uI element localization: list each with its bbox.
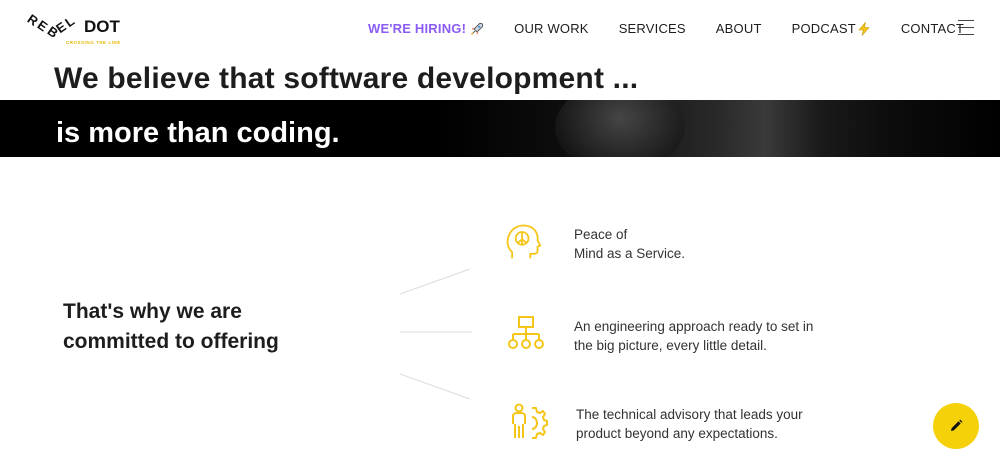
svg-text:CROSSING THE LINE: CROSSING THE LINE bbox=[66, 40, 121, 45]
feature-line2: Mind as a Service. bbox=[574, 246, 686, 261]
hamburger-icon[interactable] bbox=[958, 20, 974, 38]
hierarchy-icon bbox=[508, 316, 544, 349]
lightning-icon bbox=[858, 21, 870, 36]
nav-item-podcast[interactable]: PODCAST bbox=[792, 21, 871, 36]
rebeldot-logo[interactable]: R E B E L DOT CROSSING THE LINE bbox=[26, 12, 126, 50]
feature-technical-advisory: The technical advisory that leads your p… bbox=[508, 402, 803, 442]
advisor-gear-icon bbox=[512, 403, 548, 439]
connector-lines bbox=[400, 268, 472, 400]
main-nav: WE'RE HIRING! OUR WORK SERVICES ABOUT PO… bbox=[368, 21, 964, 36]
nav-item-label: CONTACT bbox=[900, 21, 965, 36]
offering-heading-line2: committed to offering bbox=[63, 330, 279, 353]
nav-item-label: OUR WORK bbox=[514, 21, 589, 36]
feature-text: An engineering approach ready to set in … bbox=[574, 317, 813, 355]
offering-heading: That's why we are committed to offering bbox=[63, 297, 279, 357]
hero-subheadline: is more than coding. bbox=[56, 117, 340, 149]
rocket-icon bbox=[471, 22, 484, 35]
site-header: R E B E L DOT CROSSING THE LINE WE'RE HI… bbox=[0, 0, 1000, 58]
logo-graphic: R E B E L DOT CROSSING THE LINE bbox=[26, 12, 121, 45]
nav-item-label: ABOUT bbox=[715, 21, 762, 36]
nav-item-label: SERVICES bbox=[618, 21, 686, 36]
offering-heading-line1: That's why we are bbox=[63, 300, 242, 323]
feature-line1: An engineering approach ready to set in bbox=[574, 319, 814, 334]
nav-item-hiring[interactable]: WE'RE HIRING! bbox=[368, 21, 484, 36]
hero-headline: We believe that software development ... bbox=[54, 62, 639, 95]
feature-line1: The technical advisory that leads your bbox=[576, 407, 803, 422]
nav-item-contact[interactable]: CONTACT bbox=[901, 21, 964, 36]
feature-text: Peace of Mind as a Service. bbox=[574, 225, 685, 263]
feature-line2: the big picture, every little detail. bbox=[574, 338, 767, 353]
peace-head-icon bbox=[506, 224, 542, 259]
nav-item-our-work[interactable]: OUR WORK bbox=[514, 21, 589, 36]
feature-peace-of-mind: Peace of Mind as a Service. bbox=[503, 222, 685, 262]
feature-line1: Peace of bbox=[574, 227, 628, 242]
hero-photo bbox=[440, 100, 1000, 157]
nav-item-label: WE'RE HIRING! bbox=[368, 21, 467, 36]
feature-text: The technical advisory that leads your p… bbox=[576, 405, 803, 443]
edit-fab-button[interactable] bbox=[933, 403, 979, 449]
nav-item-label: PODCAST bbox=[791, 21, 856, 36]
hero-photo-face bbox=[555, 100, 685, 157]
svg-text:DOT: DOT bbox=[84, 17, 121, 36]
nav-item-about[interactable]: ABOUT bbox=[716, 21, 762, 36]
nav-item-services[interactable]: SERVICES bbox=[619, 21, 686, 36]
pencil-icon bbox=[951, 419, 963, 431]
feature-line2: product beyond any expectations. bbox=[576, 426, 778, 441]
feature-engineering-approach: An engineering approach ready to set in … bbox=[507, 314, 813, 354]
